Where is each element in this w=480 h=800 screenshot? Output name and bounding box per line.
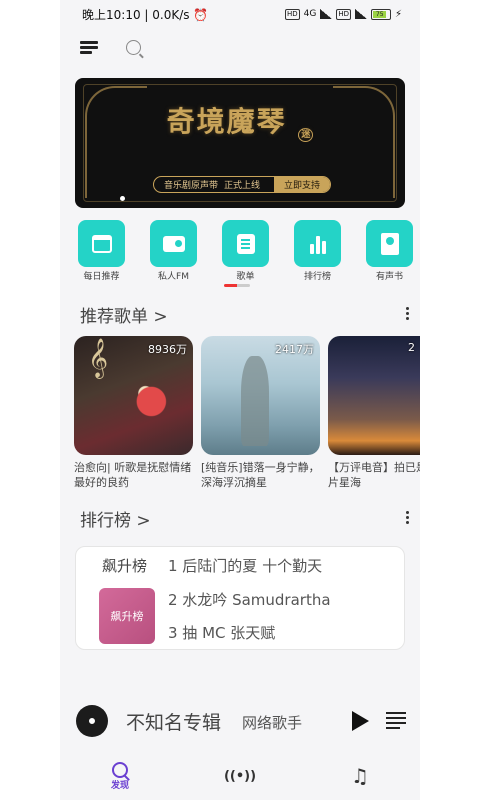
play-icon[interactable] — [352, 711, 369, 731]
recommend-header: 推荐歌单 > — [80, 302, 410, 327]
playlist-title: 【万评电音】拍已是一片星海 — [328, 461, 420, 489]
quick-daily[interactable]: 每日推荐 — [78, 220, 125, 282]
status-bar: 晚上10:10 | 0.0K/s ⏰ HD 4G HD 75 ⚡ — [60, 0, 420, 28]
discover-icon — [112, 761, 128, 778]
calendar-icon — [78, 220, 125, 267]
top-bar — [60, 32, 420, 66]
playlist-icon — [222, 220, 269, 267]
cover-art — [241, 356, 269, 446]
ranking-title[interactable]: 排行榜 > — [80, 506, 151, 531]
banner-release: 正式上线 — [224, 181, 261, 191]
right-margin — [420, 0, 480, 800]
quick-audiobook[interactable]: 有声书 — [366, 220, 413, 282]
quick-playlist[interactable]: 歌单 — [222, 220, 269, 282]
player-artist: 网络歌手 — [242, 714, 303, 732]
status-speed: 0.0K/s — [152, 7, 190, 22]
treble-clef-icon: 𝄞 — [88, 338, 109, 378]
chart-song[interactable]: 1 后陆门的夏 十个勤天 — [168, 555, 322, 576]
more-icon[interactable] — [406, 511, 410, 525]
status-time: 晚上10:10 — [82, 7, 141, 22]
banner-page-indicator — [120, 196, 125, 201]
chart-cover-text: 飙升榜 — [110, 610, 144, 623]
more-icon[interactable] — [406, 307, 410, 321]
quick-scroll-indicator — [224, 284, 250, 287]
playlist-card[interactable]: 2417万 [纯音乐]错落一身宁静，深海浮沉摘星 — [201, 336, 320, 496]
banner-title-text: 奇境魔琴 — [166, 105, 287, 138]
battery-level: 75 — [372, 10, 387, 18]
quick-label: 私人FM — [158, 272, 189, 282]
charging-icon: ⚡ — [394, 8, 402, 20]
network-label: 4G — [303, 9, 317, 19]
playlist-cover: 2417万 — [201, 336, 320, 455]
hd-icon: HD — [284, 8, 300, 20]
status-right: HD 4G HD 75 ⚡ — [284, 8, 402, 20]
chart-song[interactable]: 3 抽 MC 张天赋 — [168, 622, 275, 643]
banner-title: 奇境魔琴 迷 — [75, 100, 405, 142]
quick-fm[interactable]: 私人FM — [150, 220, 197, 282]
book-icon — [366, 220, 413, 267]
play-count: 8936万 — [148, 343, 187, 356]
recommend-list: 𝄞 8936万 治愈向| 听歌是抚慰情绪最好的良药 2417万 [纯音乐]错落一… — [74, 336, 420, 496]
banner-pill: 音乐剧原声带 正式上线 立即支持 — [153, 176, 331, 193]
quick-label: 排行榜 — [303, 272, 331, 282]
chart-cover: 飙升榜 — [99, 588, 155, 644]
bottom-tab-bar: 发现 ((•)) ♫ — [60, 752, 420, 800]
banner-subtitle: 音乐剧原声带 — [164, 181, 219, 191]
playlist-title: [纯音乐]错落一身宁静，深海浮沉摘星 — [201, 461, 320, 489]
playlist-card[interactable]: 𝄞 8936万 治愈向| 听歌是抚慰情绪最好的良药 — [74, 336, 193, 496]
music-note-icon: ♫ — [351, 764, 369, 788]
quick-actions: 每日推荐 私人FM 歌单 排行榜 有声书 — [60, 220, 420, 282]
player-title: 不知名专辑 — [126, 712, 222, 734]
quick-label: 每日推荐 — [83, 272, 120, 282]
play-count: 2 — [408, 341, 415, 354]
recommend-title[interactable]: 推荐歌单 > — [80, 302, 168, 327]
ranking-header: 排行榜 > — [80, 506, 410, 531]
album-disc-icon[interactable] — [76, 705, 108, 737]
battery-icon: 75 — [370, 8, 391, 20]
signal-icon — [320, 9, 333, 19]
playlist-title: 治愈向| 听歌是抚慰情绪最好的良药 — [74, 461, 192, 489]
tab-discover[interactable]: 发现 — [90, 754, 150, 798]
left-margin — [0, 0, 60, 800]
radio-icon — [150, 220, 197, 267]
chart-card[interactable]: 飙升榜 1 后陆门的夏 十个勤天 飙升榜 2 水龙吟 Samudrartha 3… — [75, 546, 405, 650]
playlist-cover: 2 — [328, 336, 420, 455]
radio-wave-icon: ((•)) — [223, 768, 257, 784]
status-left: 晚上10:10 | 0.0K/s ⏰ — [82, 7, 209, 22]
menu-icon[interactable] — [80, 41, 98, 55]
chart-bars-icon — [294, 220, 341, 267]
signal-icon-2 — [354, 9, 367, 19]
banner-support-button[interactable]: 立即支持 — [273, 177, 330, 192]
playlist-card[interactable]: 2 【万评电音】拍已是一片星海 — [328, 336, 420, 496]
alarm-icon: ⏰ — [193, 7, 209, 22]
chart-song[interactable]: 2 水龙吟 Samudrartha — [168, 589, 331, 610]
chart-name: 飙升榜 — [102, 557, 148, 575]
app-screen: 晚上10:10 | 0.0K/s ⏰ HD 4G HD 75 ⚡ 奇境魔琴 迷 — [60, 0, 420, 800]
hd-icon-2: HD — [336, 8, 351, 20]
tab-podcast[interactable]: ((•)) — [210, 754, 270, 798]
search-icon[interactable] — [126, 40, 141, 55]
quick-ranking[interactable]: 排行榜 — [294, 220, 341, 282]
quick-label: 有声书 — [375, 272, 403, 282]
promo-banner[interactable]: 奇境魔琴 迷 音乐剧原声带 正式上线 立即支持 — [75, 78, 405, 208]
play-count: 2417万 — [275, 343, 314, 356]
queue-icon[interactable] — [386, 712, 406, 730]
tab-my-music[interactable]: ♫ — [330, 754, 390, 798]
playlist-cover: 𝄞 8936万 — [74, 336, 193, 455]
banner-title-badge: 迷 — [298, 128, 314, 142]
quick-label: 歌单 — [236, 272, 255, 282]
mini-player[interactable]: 不知名专辑 网络歌手 — [60, 700, 420, 744]
